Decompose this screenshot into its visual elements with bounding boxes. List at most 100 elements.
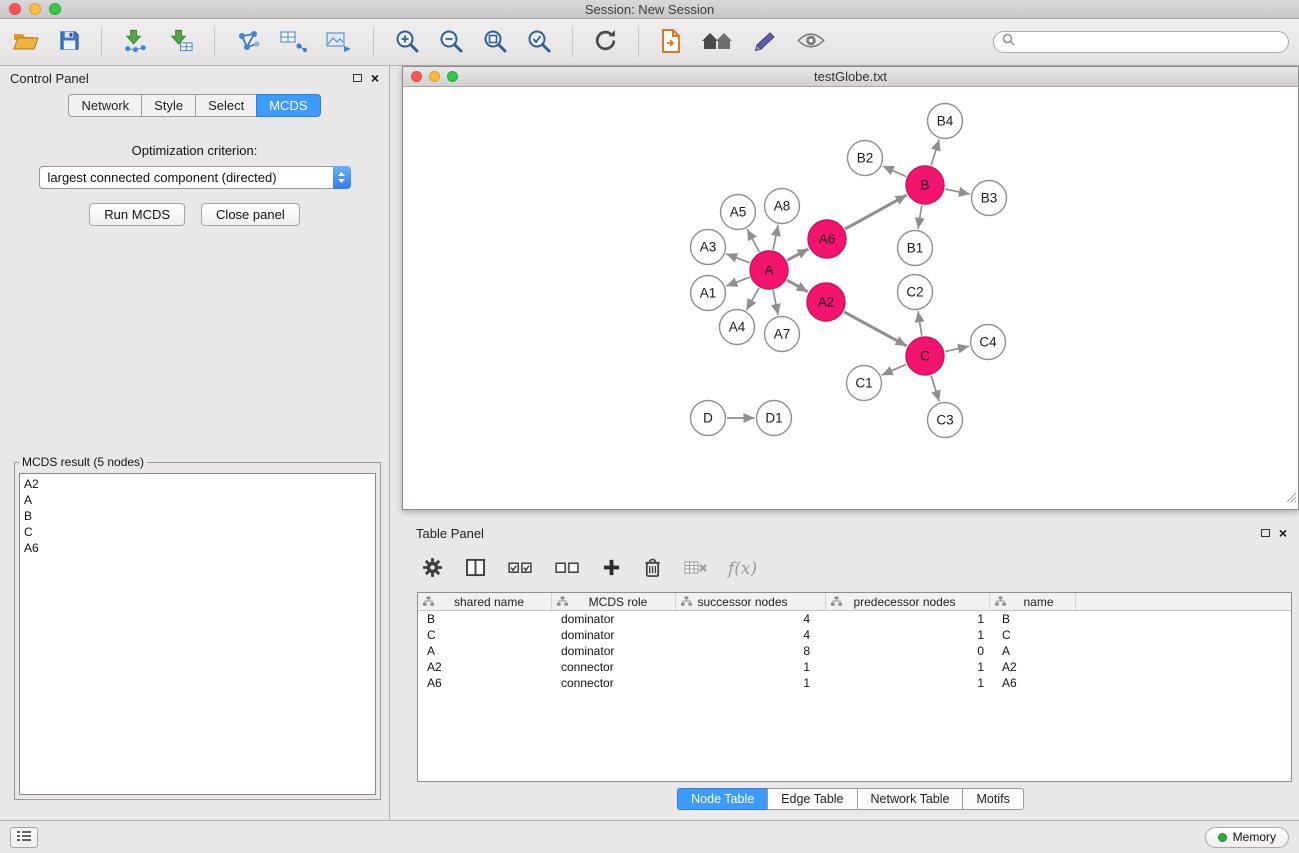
tab-motifs[interactable]: Motifs [962,788,1023,810]
minimize-window-button[interactable] [29,3,41,15]
result-item[interactable]: A6 [24,540,371,556]
graph-node-A[interactable]: A [750,251,788,289]
resize-handle-icon[interactable] [1286,490,1297,508]
delete-column-button[interactable] [641,555,664,583]
graph-edge-B-B3[interactable] [945,189,970,194]
graph-edge-A6-B[interactable] [845,195,907,229]
graph-edge-A-A5[interactable] [747,229,759,252]
run-mcds-button[interactable]: Run MCDS [89,203,185,226]
graph-edge-A-A4[interactable] [747,288,760,310]
select-all-columns-button[interactable] [506,557,535,581]
zoom-fit-button[interactable] [480,26,510,59]
tab-mcds[interactable]: MCDS [256,94,320,117]
save-session-button[interactable] [56,27,83,57]
close-table-panel-icon[interactable]: × [1279,528,1287,538]
column-header-predecessor-nodes[interactable]: predecessor nodes [826,593,990,610]
network-graph[interactable]: B4B2BB3A5A8A6A3B1AC2A1A2A4A7C4CC1C3DD1 [403,87,1297,509]
graph-node-C1[interactable]: C1 [847,366,882,401]
graph-edge-A2-C[interactable] [844,312,907,346]
tab-edge-table[interactable]: Edge Table [767,788,856,810]
graph-node-A5[interactable]: A5 [721,195,756,230]
graph-edge-B-B1[interactable] [918,205,922,229]
function-builder-button[interactable]: f(x) [728,559,757,579]
column-header-successor-nodes[interactable]: successor nodes [676,593,826,610]
network-close-button[interactable] [411,71,422,82]
graph-edge-A-A2[interactable] [787,280,808,292]
graph-node-A3[interactable]: A3 [691,230,726,265]
open-session-button[interactable] [10,28,42,57]
close-panel-icon[interactable]: × [371,73,379,83]
result-item[interactable]: A [24,492,371,508]
graph-node-C2[interactable]: C2 [898,275,933,310]
delete-table-button[interactable] [682,557,710,581]
graph-node-A4[interactable]: A4 [720,310,755,345]
column-header-mcds-role[interactable]: MCDS role [552,593,676,610]
import-table-button[interactable] [165,27,196,58]
close-window-button[interactable] [9,3,21,15]
result-item[interactable]: C [24,524,371,540]
deselect-all-columns-button[interactable] [553,557,582,581]
graph-node-A1[interactable]: A1 [691,276,726,311]
tab-network[interactable]: Network [68,94,141,117]
graph-edge-C-C2[interactable] [918,311,922,335]
memory-button[interactable]: Memory [1205,827,1289,848]
column-header-name[interactable]: name [990,593,1076,610]
zoom-in-button[interactable] [392,26,422,59]
graph-edge-C-C4[interactable] [945,346,969,351]
table-row[interactable]: Adominator80A [418,643,1291,659]
table-row[interactable]: Cdominator41C [418,627,1291,643]
search-input[interactable] [1020,34,1280,50]
graph-node-A6[interactable]: A6 [808,220,846,258]
graph-edge-A-A8[interactable] [773,225,778,250]
graph-node-B4[interactable]: B4 [928,104,963,139]
graph-node-C[interactable]: C [906,337,944,375]
graph-edge-A-A6[interactable] [787,249,808,260]
tab-select[interactable]: Select [195,94,256,117]
graph-edge-B-B2[interactable] [883,166,907,177]
graph-node-D[interactable]: D [691,401,726,436]
table-row[interactable]: Bdominator41B [418,611,1291,627]
create-column-button[interactable] [600,556,623,582]
task-history-button[interactable] [10,827,38,848]
network-canvas[interactable]: B4B2BB3A5A8A6A3B1AC2A1A2A4A7C4CC1C3DD1 [403,87,1298,509]
graph-edge-A-A3[interactable] [726,254,750,263]
apply-layout-button[interactable] [591,26,620,58]
network-zoom-button[interactable] [447,71,458,82]
table-row[interactable]: A2connector11A2 [418,659,1291,675]
float-panel-icon[interactable] [353,74,362,82]
network-table-button[interactable] [277,27,309,58]
graph-node-B3[interactable]: B3 [972,181,1007,216]
import-network-button[interactable] [120,27,151,58]
column-header-shared-name[interactable]: shared name [418,593,552,610]
network-minimize-button[interactable] [429,71,440,82]
table-settings-button[interactable] [420,555,445,583]
graph-node-A2[interactable]: A2 [807,283,845,321]
graph-edge-C-C1[interactable] [882,364,907,375]
mcds-result-list[interactable]: A2ABCA6 [19,473,376,795]
graph-edge-A-A7[interactable] [773,290,778,315]
graph-node-A8[interactable]: A8 [765,189,800,224]
result-item[interactable]: B [24,508,371,524]
close-panel-button[interactable]: Close panel [201,203,300,226]
first-neighbors-button[interactable] [657,26,685,59]
zoom-selected-button[interactable] [524,26,554,59]
style-pen-button[interactable] [749,27,780,58]
optimization-criterion-select[interactable]: largest connected component (directed) [39,166,351,189]
graph-node-B[interactable]: B [906,166,944,204]
graph-edge-C-C3[interactable] [931,376,939,402]
result-item[interactable]: A2 [24,476,371,492]
table-row[interactable]: A6connector11A6 [418,675,1291,691]
graph-node-B2[interactable]: B2 [848,141,883,176]
graph-node-B1[interactable]: B1 [898,231,933,266]
graph-edge-A-A1[interactable] [726,277,750,286]
fullscreen-window-button[interactable] [49,3,61,15]
show-graphics-button[interactable] [794,29,828,55]
tab-node-table[interactable]: Node Table [677,788,767,810]
new-network-button[interactable] [233,27,263,58]
float-table-panel-icon[interactable] [1261,529,1270,537]
show-hide-button[interactable] [699,28,735,57]
graph-node-C3[interactable]: C3 [928,403,963,438]
graph-edge-B-B4[interactable] [931,140,939,166]
zoom-out-button[interactable] [436,26,466,59]
tab-network-table[interactable]: Network Table [857,788,963,810]
